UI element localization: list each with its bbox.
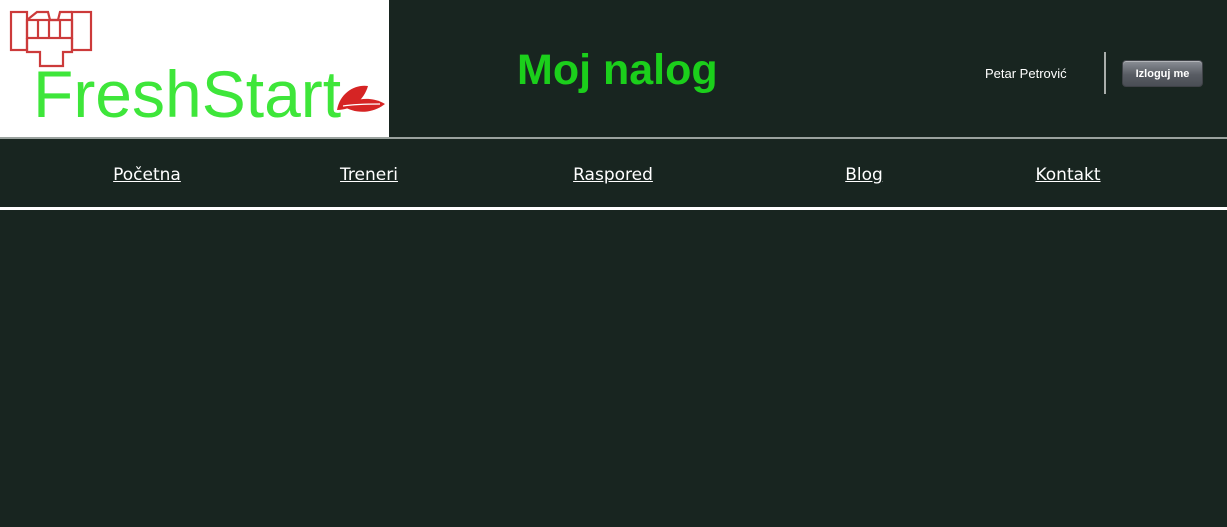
logo-graphic: FreshStart <box>9 10 385 131</box>
page-title: Moj nalog <box>517 46 718 94</box>
logo[interactable]: FreshStart <box>0 0 389 137</box>
nav-link-pocetna[interactable]: Početna <box>113 164 181 186</box>
main-nav: Početna Treneri Raspored Blog Kontakt <box>0 139 1227 207</box>
logout-button[interactable]: Izloguj me <box>1122 60 1203 87</box>
header: FreshStart Moj nalog Petar Petrović Izlo… <box>0 0 1227 137</box>
nav-link-raspored[interactable]: Raspored <box>573 164 653 186</box>
main-content <box>0 210 1227 527</box>
header-divider <box>1104 52 1106 94</box>
logo-text: FreshStart <box>33 57 341 131</box>
nav-link-kontakt[interactable]: Kontakt <box>1035 164 1100 186</box>
nav-link-blog[interactable]: Blog <box>845 164 883 186</box>
user-name: Petar Petrović <box>985 66 1067 81</box>
nav-link-treneri[interactable]: Treneri <box>340 164 398 186</box>
leaf-icon <box>337 85 385 112</box>
